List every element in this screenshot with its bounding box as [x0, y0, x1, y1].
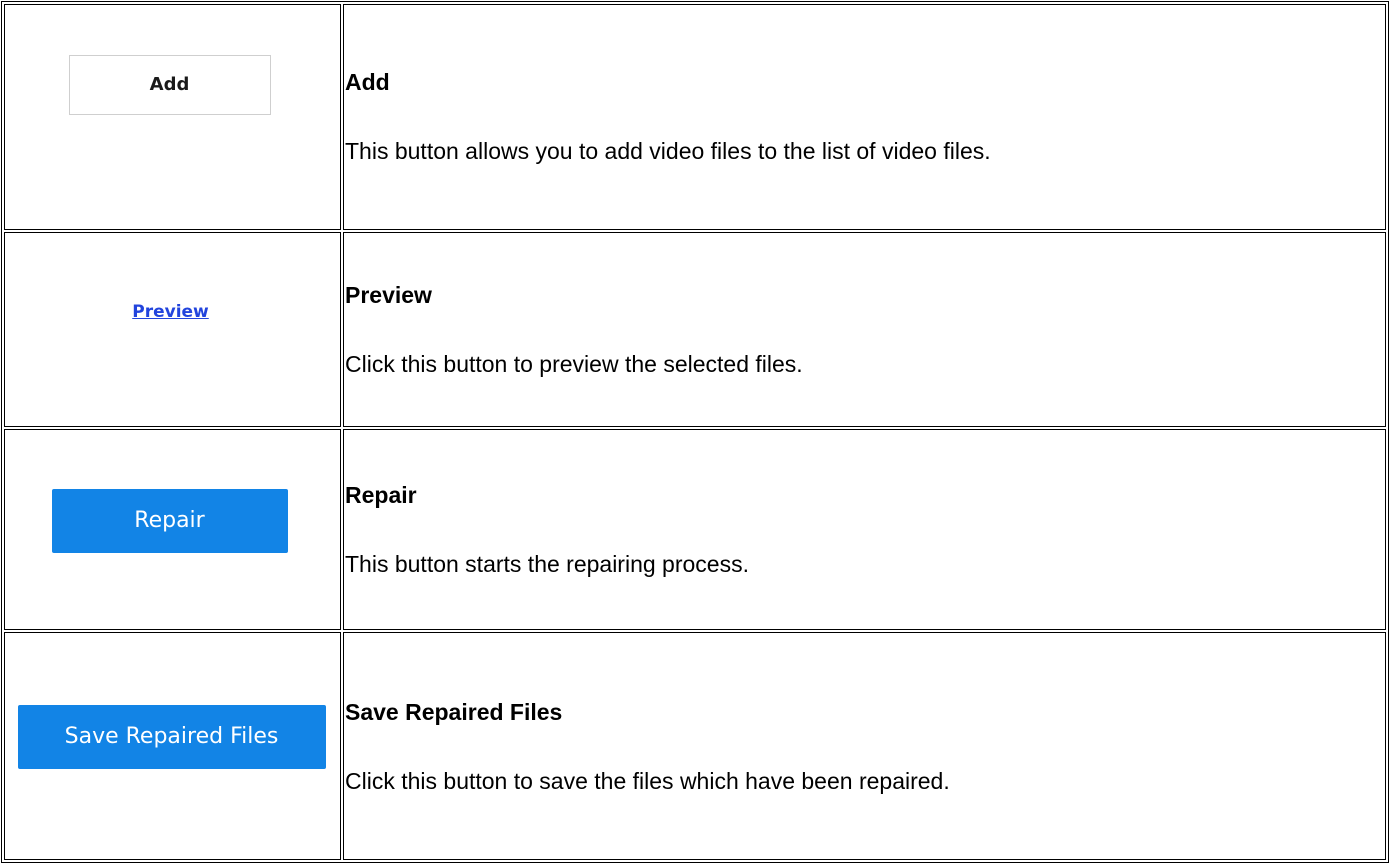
row-title: Repair [345, 482, 417, 509]
table-row-save: Save Repaired Files Save Repaired Files … [4, 632, 1386, 860]
table-row-add: Add Add This button allows you to add vi… [4, 4, 1386, 230]
control-cell: Add [4, 4, 341, 230]
description-cell: Preview Click this button to preview the… [343, 231, 1386, 427]
button-help-table: Add Add This button allows you to add vi… [1, 1, 1389, 863]
table-row-preview: Preview Preview Click this button to pre… [4, 231, 1386, 427]
description-cell: Add This button allows you to add video … [343, 4, 1386, 230]
save-repaired-files-button[interactable]: Save Repaired Files [17, 705, 326, 770]
preview-link[interactable]: Preview [132, 302, 209, 322]
row-description: This button starts the repairing process… [345, 551, 749, 578]
row-title: Preview [345, 281, 432, 308]
control-cell: Repair [4, 428, 341, 631]
row-description: Click this button to preview the selecte… [345, 350, 803, 377]
control-cell: Save Repaired Files [4, 632, 341, 860]
repair-button[interactable]: Repair [51, 488, 288, 553]
add-button[interactable]: Add [68, 54, 271, 115]
row-title: Save Repaired Files [345, 698, 563, 725]
row-description: Click this button to save the files whic… [345, 767, 950, 794]
description-cell: Save Repaired Files Click this button to… [343, 632, 1386, 860]
row-description: This button allows you to add video file… [345, 138, 991, 165]
control-cell: Preview [4, 231, 341, 427]
description-cell: Repair This button starts the repairing … [343, 428, 1386, 631]
table-row-repair: Repair Repair This button starts the rep… [4, 428, 1386, 631]
row-title: Add [345, 69, 390, 96]
